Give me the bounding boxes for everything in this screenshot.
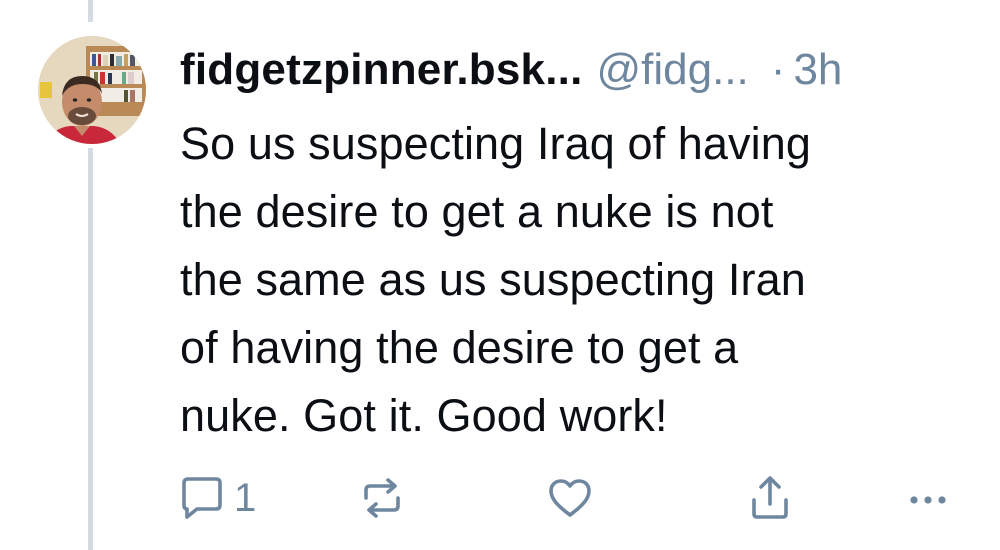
reply-button[interactable]: 1 <box>176 470 256 526</box>
reply-count: 1 <box>234 476 257 520</box>
share-button[interactable] <box>744 470 796 526</box>
more-dots-icon <box>910 496 946 504</box>
share-icon <box>752 476 788 519</box>
separator-dot: · <box>770 45 786 94</box>
post-text: So us suspecting Iraq of having the desi… <box>180 118 811 441</box>
repost-icon <box>364 478 400 518</box>
thread-line-bottom <box>88 148 93 550</box>
post-actions: 1 <box>176 470 956 526</box>
display-name[interactable]: fidgetzpinner.bsk... <box>180 40 583 100</box>
post-header: fidgetzpinner.bsk... @fidg... · 3h <box>180 40 842 100</box>
avatar-image <box>38 36 146 144</box>
post-timestamp[interactable]: 3h <box>793 40 842 100</box>
more-options-button[interactable] <box>902 470 954 526</box>
repost-button[interactable] <box>356 470 408 526</box>
heart-icon <box>549 479 591 517</box>
thread-line-top <box>88 0 93 22</box>
reply-bubble-icon <box>182 477 222 519</box>
user-handle[interactable]: @fidg... <box>597 40 749 100</box>
like-button[interactable] <box>544 470 596 526</box>
avatar[interactable] <box>38 36 146 144</box>
